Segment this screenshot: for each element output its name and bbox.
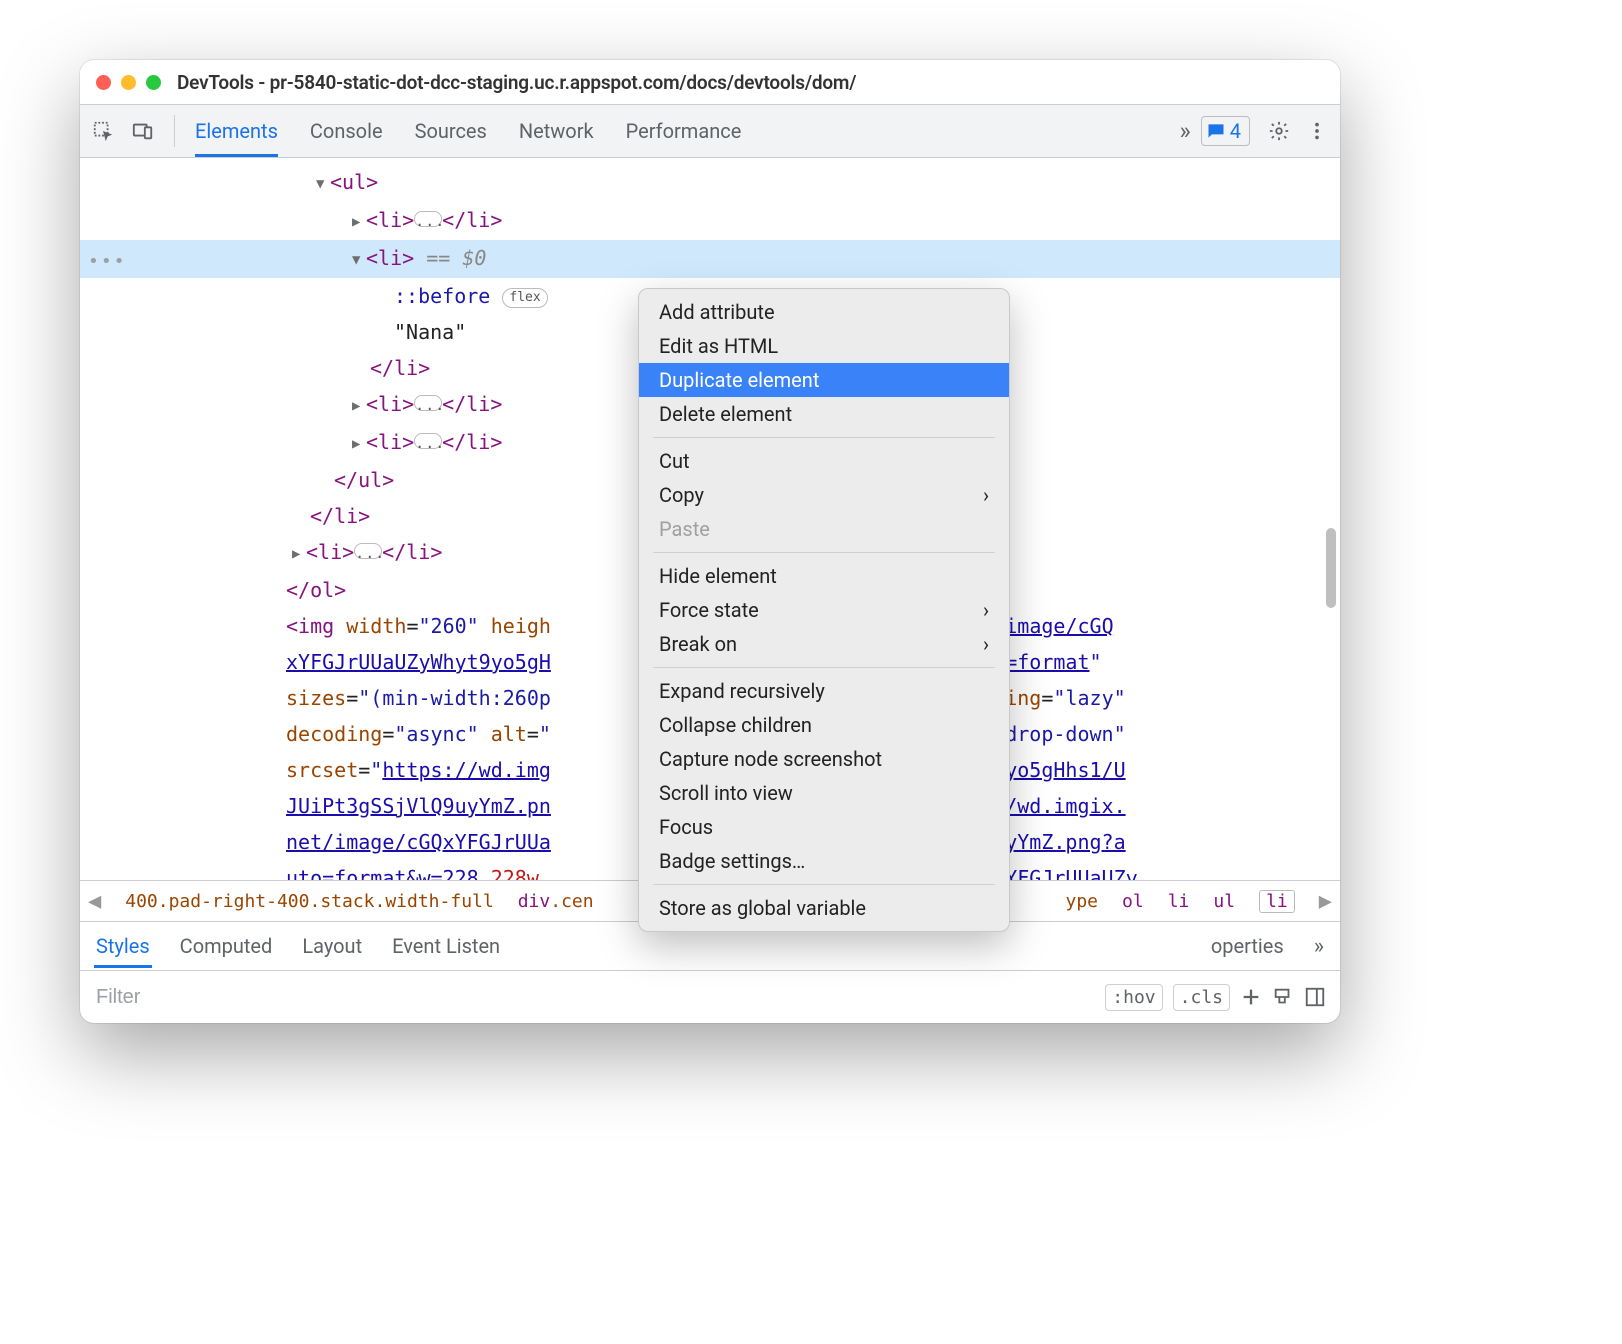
breadcrumb-item-current[interactable]: li xyxy=(1259,890,1295,913)
tab-properties[interactable]: operties xyxy=(1211,934,1284,958)
hov-toggle[interactable]: :hov xyxy=(1105,984,1162,1011)
menu-hide-element[interactable]: Hide element xyxy=(639,559,1009,593)
dom-node[interactable]: <li> xyxy=(366,392,414,416)
menu-add-attribute[interactable]: Add attribute xyxy=(639,295,1009,329)
devtools-window: DevTools - pr-5840-static-dot-dcc-stagin… xyxy=(80,60,1340,1023)
collapsed-children-icon[interactable] xyxy=(354,543,382,559)
dom-node[interactable]: </ul> xyxy=(334,468,394,492)
dom-node[interactable]: <li> xyxy=(366,208,414,232)
device-toolbar-icon[interactable] xyxy=(132,120,154,142)
window-title: DevTools - pr-5840-static-dot-dcc-stagin… xyxy=(177,71,856,94)
issues-count: 4 xyxy=(1230,119,1241,143)
more-subtabs-icon[interactable]: » xyxy=(1314,934,1324,959)
tab-network[interactable]: Network xyxy=(519,105,594,157)
settings-icon[interactable] xyxy=(1268,120,1290,142)
dom-node[interactable]: <ul> xyxy=(330,170,378,194)
menu-expand-recursively[interactable]: Expand recursively xyxy=(639,674,1009,708)
menu-force-state[interactable]: Force state› xyxy=(639,593,1009,627)
collapsed-children-icon[interactable] xyxy=(414,433,442,449)
dom-node-selected[interactable]: <li> == $0 xyxy=(80,240,1340,278)
dom-node[interactable]: </li> xyxy=(370,356,430,380)
traffic-lights xyxy=(96,75,161,90)
menu-collapse-children[interactable]: Collapse children xyxy=(639,708,1009,742)
pseudo-element[interactable]: ::before xyxy=(394,284,490,308)
breadcrumb-item[interactable]: 400.pad-right-400.stack.width-full xyxy=(125,891,493,912)
computed-sidebar-icon[interactable] xyxy=(1304,986,1326,1008)
breadcrumb-item[interactable]: ype xyxy=(1065,891,1098,912)
new-style-rule-icon[interactable] xyxy=(1240,986,1262,1008)
zoom-window-button[interactable] xyxy=(146,75,161,90)
chevron-right-icon[interactable]: ▶ xyxy=(1319,889,1332,914)
collapsed-children-icon[interactable] xyxy=(414,395,442,411)
cls-toggle[interactable]: .cls xyxy=(1173,984,1230,1011)
menu-store-global[interactable]: Store as global variable xyxy=(639,891,1009,925)
context-menu: Add attribute Edit as HTML Duplicate ele… xyxy=(638,288,1010,932)
menu-break-on[interactable]: Break on› xyxy=(639,627,1009,661)
breadcrumb-item[interactable]: ul xyxy=(1213,891,1235,912)
tab-sources[interactable]: Sources xyxy=(415,105,487,157)
styles-filter-bar: :hov .cls xyxy=(80,970,1340,1023)
breadcrumb-item[interactable]: ol xyxy=(1122,891,1144,912)
text-node[interactable]: "Nana" xyxy=(394,320,466,344)
selected-line-gutter-icon: ••• xyxy=(88,244,127,280)
minimize-window-button[interactable] xyxy=(121,75,136,90)
styles-filter-input[interactable] xyxy=(94,985,1095,1010)
tab-layout[interactable]: Layout xyxy=(302,934,362,958)
inspect-element-icon[interactable] xyxy=(92,120,114,142)
menu-edit-as-html[interactable]: Edit as HTML xyxy=(639,329,1009,363)
menu-paste: Paste xyxy=(639,512,1009,546)
dom-node[interactable]: <li> xyxy=(306,540,354,564)
tab-styles[interactable]: Styles xyxy=(96,934,150,958)
close-window-button[interactable] xyxy=(96,75,111,90)
tab-performance[interactable]: Performance xyxy=(626,105,742,157)
chevron-right-icon: › xyxy=(983,598,989,622)
menu-delete-element[interactable]: Delete element xyxy=(639,397,1009,431)
tab-elements[interactable]: Elements xyxy=(195,105,278,157)
chevron-right-icon: › xyxy=(983,483,989,507)
titlebar: DevTools - pr-5840-static-dot-dcc-stagin… xyxy=(80,60,1340,104)
chevron-left-icon[interactable]: ◀ xyxy=(88,889,101,914)
tab-console[interactable]: Console xyxy=(310,105,383,157)
collapsed-children-icon[interactable] xyxy=(414,211,442,227)
tab-event-listeners[interactable]: Event Listen xyxy=(392,934,500,958)
menu-focus[interactable]: Focus xyxy=(639,810,1009,844)
main-toolbar: Elements Console Sources Network Perform… xyxy=(80,104,1340,158)
menu-capture-screenshot[interactable]: Capture node screenshot xyxy=(639,742,1009,776)
scrollbar-thumb[interactable] xyxy=(1326,528,1336,608)
menu-scroll-into-view[interactable]: Scroll into view xyxy=(639,776,1009,810)
breadcrumb-item[interactable]: li xyxy=(1168,891,1190,912)
paint-brush-icon[interactable] xyxy=(1272,986,1294,1008)
dom-node[interactable]: </ol> xyxy=(286,578,346,602)
dom-node[interactable]: <li> xyxy=(366,430,414,454)
menu-badge-settings[interactable]: Badge settings… xyxy=(639,844,1009,878)
menu-duplicate-element[interactable]: Duplicate element xyxy=(639,363,1009,397)
chevron-right-icon: › xyxy=(983,632,989,656)
panel-tabs: Elements Console Sources Network Perform… xyxy=(195,105,1162,157)
more-tabs-icon[interactable]: » xyxy=(1180,117,1191,145)
kebab-menu-icon[interactable] xyxy=(1306,120,1328,142)
issues-badge[interactable]: 4 xyxy=(1201,116,1250,146)
menu-cut[interactable]: Cut xyxy=(639,444,1009,478)
menu-copy[interactable]: Copy› xyxy=(639,478,1009,512)
dom-node[interactable]: </li> xyxy=(310,504,370,528)
currently-selected-marker: == $0 xyxy=(426,246,486,270)
tab-computed[interactable]: Computed xyxy=(180,934,273,958)
flex-badge[interactable]: flex xyxy=(502,288,547,308)
